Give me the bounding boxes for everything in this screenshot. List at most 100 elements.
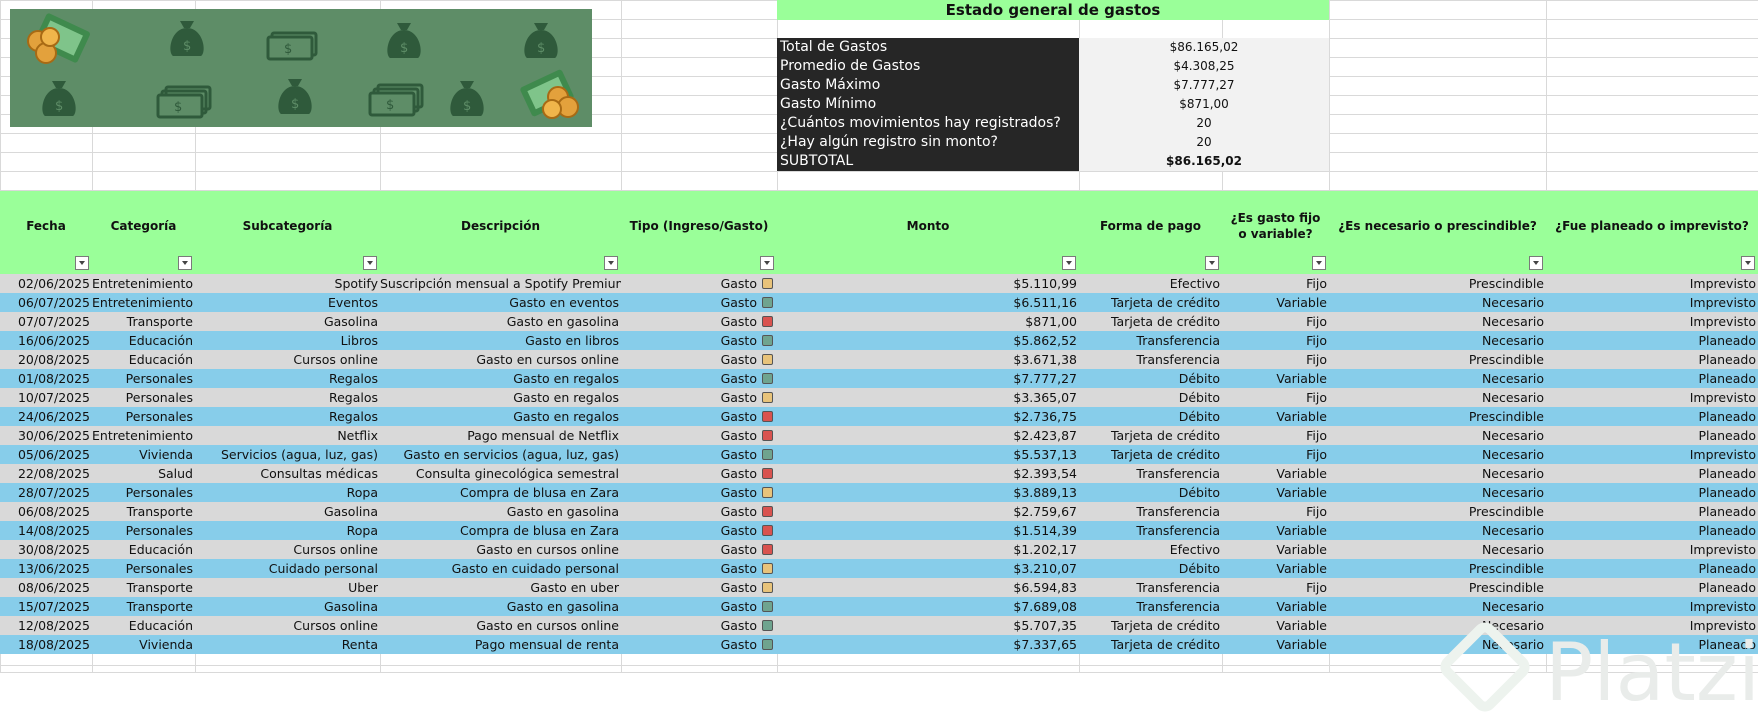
- table-cell[interactable]: Gasto: [621, 597, 759, 616]
- table-cell[interactable]: Gasto: [621, 369, 759, 388]
- table-cell[interactable]: $2.736,75: [777, 407, 1079, 426]
- table-cell[interactable]: Personales: [92, 483, 195, 502]
- table-cell[interactable]: Gasto: [621, 312, 759, 331]
- table-cell[interactable]: 08/06/2025: [0, 578, 92, 597]
- table-row[interactable]: 24/06/2025 Personales Regalos Gasto en rega…: [0, 407, 1758, 426]
- table-row[interactable]: 02/06/2025 Entretenimiento Spotify Suscripc…: [0, 274, 1758, 293]
- table-row[interactable]: 13/06/2025 Personales Cuidado personal Gast…: [0, 559, 1758, 578]
- table-cell[interactable]: Transferencia: [1079, 350, 1222, 369]
- filter-dropdown-icon[interactable]: [604, 256, 618, 270]
- table-row[interactable]: 06/07/2025 Entretenimiento Eventos Gasto en…: [0, 293, 1758, 312]
- table-cell[interactable]: Necesario: [1329, 331, 1546, 350]
- filter-dropdown-icon[interactable]: [1312, 256, 1326, 270]
- table-cell[interactable]: Fijo: [1222, 274, 1329, 293]
- table-cell[interactable]: Débito: [1079, 388, 1222, 407]
- table-cell[interactable]: $7.689,08: [777, 597, 1079, 616]
- table-cell[interactable]: Compra de blusa en Zara: [380, 483, 621, 502]
- table-cell[interactable]: Prescindible: [1329, 274, 1546, 293]
- table-cell[interactable]: $7.337,65: [777, 635, 1079, 654]
- table-cell[interactable]: Gasto en regalos: [380, 369, 621, 388]
- table-cell[interactable]: Personales: [92, 559, 195, 578]
- table-cell[interactable]: 07/07/2025: [0, 312, 92, 331]
- table-cell[interactable]: Necesario: [1329, 312, 1546, 331]
- table-cell[interactable]: Consultas médicas: [195, 464, 380, 483]
- table-cell[interactable]: $3.210,07: [777, 559, 1079, 578]
- table-cell[interactable]: $1.202,17: [777, 540, 1079, 559]
- table-cell[interactable]: Regalos: [195, 407, 380, 426]
- table-cell[interactable]: Tarjeta de crédito: [1079, 445, 1222, 464]
- table-row[interactable]: 16/06/2025 Educación Libros Gasto en libros…: [0, 331, 1758, 350]
- table-cell[interactable]: Transferencia: [1079, 521, 1222, 540]
- table-cell[interactable]: Gasto: [621, 540, 759, 559]
- table-cell[interactable]: Gasto en regalos: [380, 407, 621, 426]
- summary-label[interactable]: SUBTOTAL: [777, 152, 1079, 171]
- table-cell[interactable]: Gasto: [621, 464, 759, 483]
- table-cell[interactable]: Prescindible: [1329, 407, 1546, 426]
- table-cell[interactable]: Educación: [92, 350, 195, 369]
- table-cell[interactable]: 24/06/2025: [0, 407, 92, 426]
- table-cell[interactable]: Imprevisto: [1546, 312, 1758, 331]
- table-cell[interactable]: 13/06/2025: [0, 559, 92, 578]
- filter-dropdown-icon[interactable]: [1529, 256, 1543, 270]
- table-cell[interactable]: Gasto en eventos: [380, 293, 621, 312]
- table-cell[interactable]: Transferencia: [1079, 502, 1222, 521]
- table-cell[interactable]: Gasto: [621, 616, 759, 635]
- table-cell[interactable]: $5.862,52: [777, 331, 1079, 350]
- table-cell[interactable]: Cursos online: [195, 350, 380, 369]
- table-cell[interactable]: 10/07/2025: [0, 388, 92, 407]
- table-cell[interactable]: Variable: [1222, 369, 1329, 388]
- table-cell[interactable]: 18/08/2025: [0, 635, 92, 654]
- column-header[interactable]: Subcategoría: [195, 191, 380, 274]
- table-cell[interactable]: Gasolina: [195, 597, 380, 616]
- table-cell[interactable]: Prescindible: [1329, 559, 1546, 578]
- table-cell[interactable]: Variable: [1222, 616, 1329, 635]
- table-cell[interactable]: Fijo: [1222, 426, 1329, 445]
- table-cell[interactable]: Planeado: [1546, 426, 1758, 445]
- filter-dropdown-icon[interactable]: [178, 256, 192, 270]
- table-cell[interactable]: $3.365,07: [777, 388, 1079, 407]
- table-cell[interactable]: Consulta ginecológica semestral: [380, 464, 621, 483]
- table-cell[interactable]: Gasto: [621, 578, 759, 597]
- table-cell[interactable]: 20/08/2025: [0, 350, 92, 369]
- table-row[interactable]: 07/07/2025 Transporte Gasolina Gasto en gas…: [0, 312, 1758, 331]
- table-cell[interactable]: Personales: [92, 521, 195, 540]
- table-cell[interactable]: Variable: [1222, 559, 1329, 578]
- table-cell[interactable]: Renta: [195, 635, 380, 654]
- table-cell[interactable]: Variable: [1222, 464, 1329, 483]
- table-row[interactable]: 14/08/2025 Personales Ropa Compra de blusa …: [0, 521, 1758, 540]
- table-cell[interactable]: Gasto: [621, 559, 759, 578]
- summary-value[interactable]: $86.165,02: [1079, 38, 1329, 57]
- table-cell[interactable]: Débito: [1079, 483, 1222, 502]
- table-cell[interactable]: Gasto: [621, 502, 759, 521]
- table-cell[interactable]: Salud: [92, 464, 195, 483]
- column-header[interactable]: Tipo (Ingreso/Gasto): [621, 191, 777, 274]
- table-cell[interactable]: Planeado: [1546, 521, 1758, 540]
- table-cell[interactable]: Transferencia: [1079, 597, 1222, 616]
- table-cell[interactable]: Uber: [195, 578, 380, 597]
- table-cell[interactable]: Servicios (agua, luz, gas): [195, 445, 380, 464]
- table-cell[interactable]: Cuidado personal: [195, 559, 380, 578]
- table-cell[interactable]: 28/07/2025: [0, 483, 92, 502]
- table-cell[interactable]: 02/06/2025: [0, 274, 92, 293]
- table-cell[interactable]: Tarjeta de crédito: [1079, 426, 1222, 445]
- table-cell[interactable]: Variable: [1222, 483, 1329, 502]
- table-cell[interactable]: $6.511,16: [777, 293, 1079, 312]
- table-cell[interactable]: $2.393,54: [777, 464, 1079, 483]
- table-row[interactable]: 20/08/2025 Educación Cursos online Gasto en…: [0, 350, 1758, 369]
- table-cell[interactable]: 30/06/2025: [0, 426, 92, 445]
- table-cell[interactable]: $5.110,99: [777, 274, 1079, 293]
- table-cell[interactable]: Fijo: [1222, 331, 1329, 350]
- column-header[interactable]: ¿Fue planeado o imprevisto?: [1546, 191, 1758, 274]
- table-cell[interactable]: Planeado: [1546, 578, 1758, 597]
- table-cell[interactable]: Transferencia: [1079, 331, 1222, 350]
- table-cell[interactable]: $1.514,39: [777, 521, 1079, 540]
- table-cell[interactable]: Tarjeta de crédito: [1079, 312, 1222, 331]
- table-cell[interactable]: $3.889,13: [777, 483, 1079, 502]
- table-cell[interactable]: Gasolina: [195, 502, 380, 521]
- table-cell[interactable]: Entretenimiento: [92, 426, 195, 445]
- table-cell[interactable]: Necesario: [1329, 483, 1546, 502]
- table-cell[interactable]: Necesario: [1329, 388, 1546, 407]
- table-cell[interactable]: Planeado: [1546, 559, 1758, 578]
- table-cell[interactable]: $3.671,38: [777, 350, 1079, 369]
- table-cell[interactable]: Necesario: [1329, 540, 1546, 559]
